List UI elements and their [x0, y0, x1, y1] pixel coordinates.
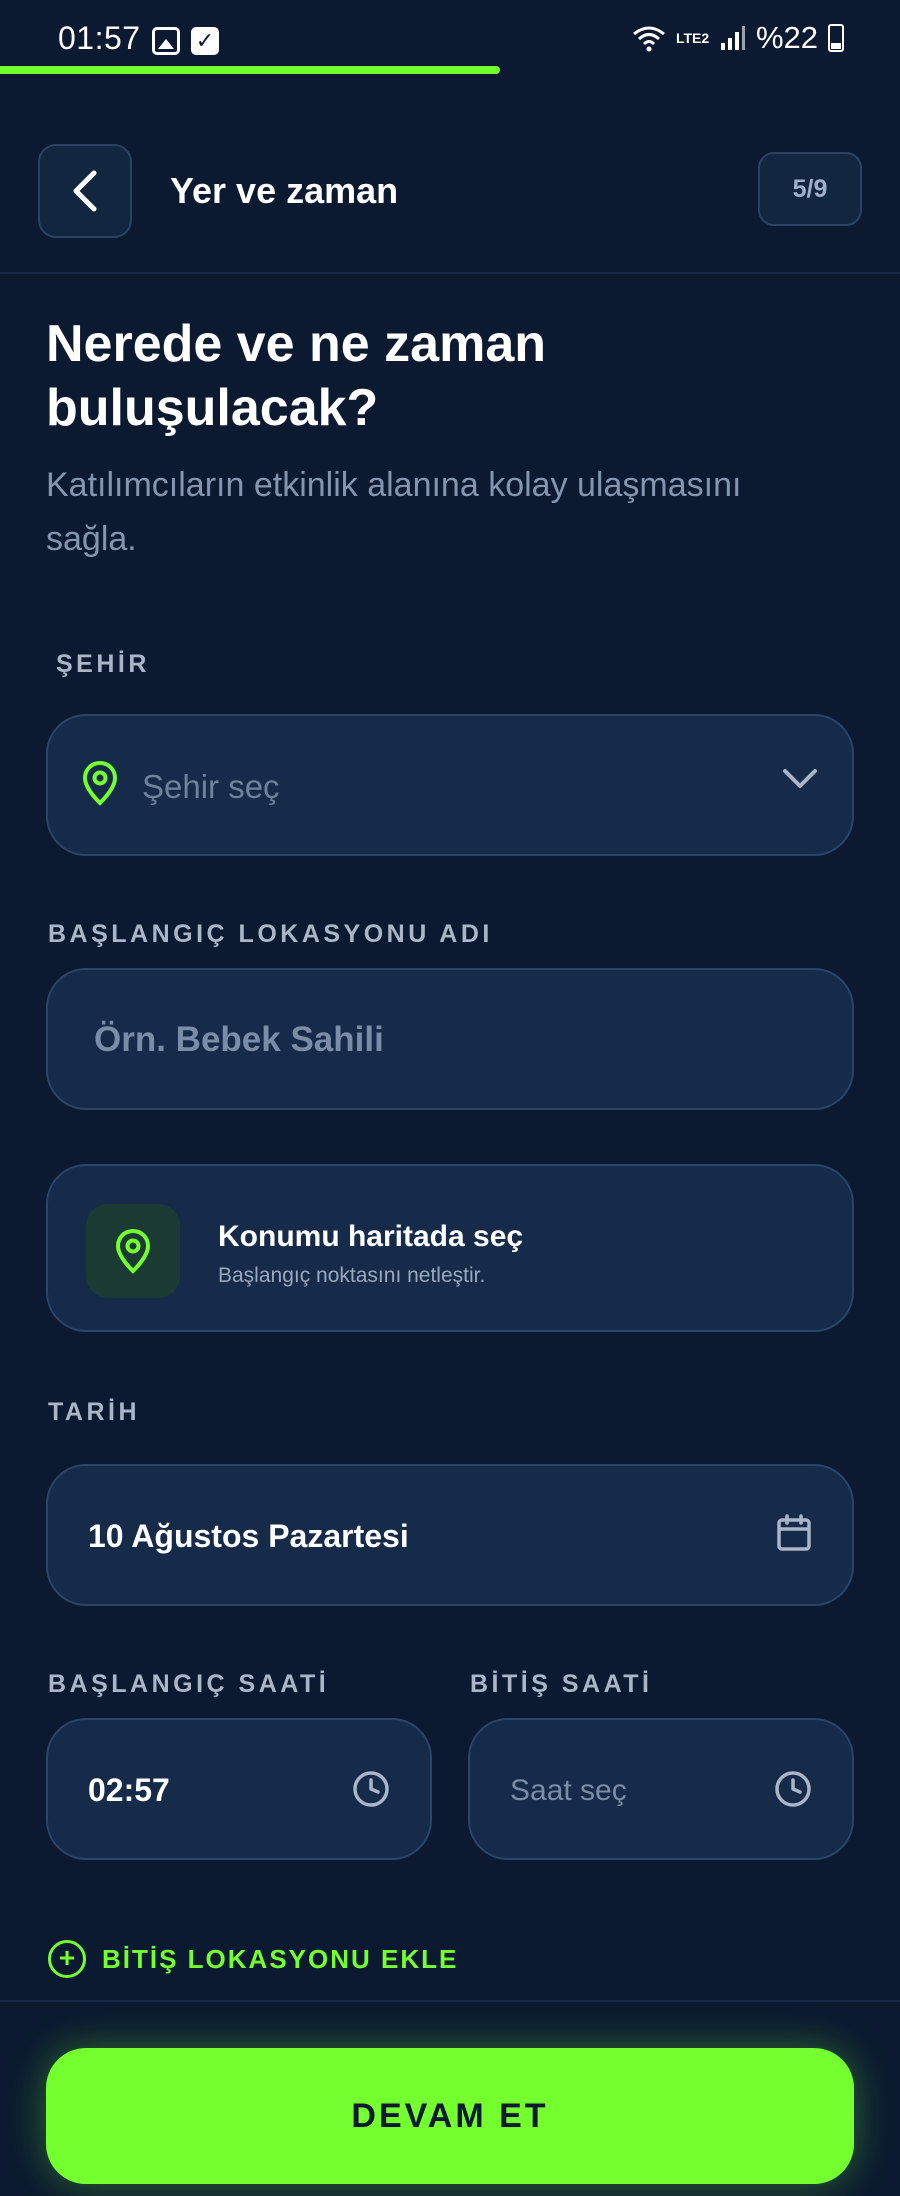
chevron-left-icon — [73, 170, 97, 212]
start-time-value: 02:57 — [88, 1772, 170, 1808]
battery-icon — [828, 24, 844, 52]
map-picker-title: Konumu haritada seç — [218, 1220, 524, 1253]
calendar-icon — [777, 1514, 811, 1551]
start-location-input[interactable]: Örn. Bebek Sahili — [46, 968, 854, 1110]
continue-button-label: DEVAM ET — [351, 2096, 549, 2135]
header: Yer ve zaman 5/9 — [0, 74, 900, 274]
back-button[interactable] — [38, 144, 132, 238]
signal-icon — [720, 26, 745, 50]
step-badge: 5/9 — [758, 152, 862, 226]
chevron-down-icon — [783, 769, 817, 788]
section-subheading: Katılımcıların etkinlik alanına kolay ul… — [46, 466, 742, 558]
bottom-divider — [0, 2000, 900, 2002]
continue-button[interactable]: DEVAM ET — [46, 2048, 854, 2184]
end-time-label: BİTİŞ SAATİ — [470, 1670, 653, 1698]
status-indicators: LTE2 %22 — [632, 20, 844, 56]
location-pin-icon — [115, 1228, 151, 1274]
gallery-notification-icon — [152, 27, 180, 55]
page-title: Yer ve zaman — [170, 170, 399, 211]
progress-track — [0, 66, 900, 74]
clock-icon — [353, 1771, 389, 1807]
section-heading: Nerede ve ne zaman buluşulacak? — [46, 315, 547, 437]
network-type-label: LTE2 — [675, 30, 710, 46]
end-time-placeholder: Saat seç — [510, 1774, 627, 1807]
add-end-location-button[interactable]: + BİTİŞ LOKASYONU EKLE — [48, 1940, 458, 1978]
map-icon-box — [86, 1204, 180, 1298]
plus-circle-icon: + — [48, 1940, 86, 1978]
start-location-placeholder: Örn. Bebek Sahili — [94, 1020, 384, 1059]
end-time-picker[interactable]: Saat seç — [468, 1718, 854, 1860]
map-location-picker[interactable]: Konumu haritada seç Başlangıç noktasını … — [46, 1164, 854, 1332]
status-bar: 01:57 ✓ LTE2 %22 — [0, 0, 900, 66]
checkbox-notification-icon: ✓ — [191, 27, 219, 55]
start-time-picker[interactable]: 02:57 — [46, 1718, 432, 1860]
date-picker[interactable]: 10 Ağustos Pazartesi — [46, 1464, 854, 1606]
start-time-label: BAŞLANGIÇ SAATİ — [48, 1670, 330, 1698]
city-label: ŞEHİR — [56, 650, 150, 678]
date-value: 10 Ağustos Pazartesi — [88, 1518, 409, 1554]
add-end-location-label: BİTİŞ LOKASYONU EKLE — [102, 1943, 459, 1974]
clock-icon — [775, 1771, 811, 1807]
wifi-icon — [633, 26, 665, 52]
start-location-label: BAŞLANGIÇ LOKASYONU ADI — [48, 920, 493, 948]
city-select[interactable]: Şehir seç — [46, 714, 854, 856]
map-picker-subtitle: Başlangıç noktasını netleştir. — [218, 1264, 486, 1287]
date-label: TARİH — [48, 1398, 141, 1426]
progress-fill — [0, 66, 501, 74]
status-time: 01:57 — [58, 20, 141, 56]
battery-percentage: %22 — [755, 20, 818, 55]
city-placeholder: Şehir seç — [142, 768, 280, 805]
location-pin-icon — [82, 760, 118, 806]
